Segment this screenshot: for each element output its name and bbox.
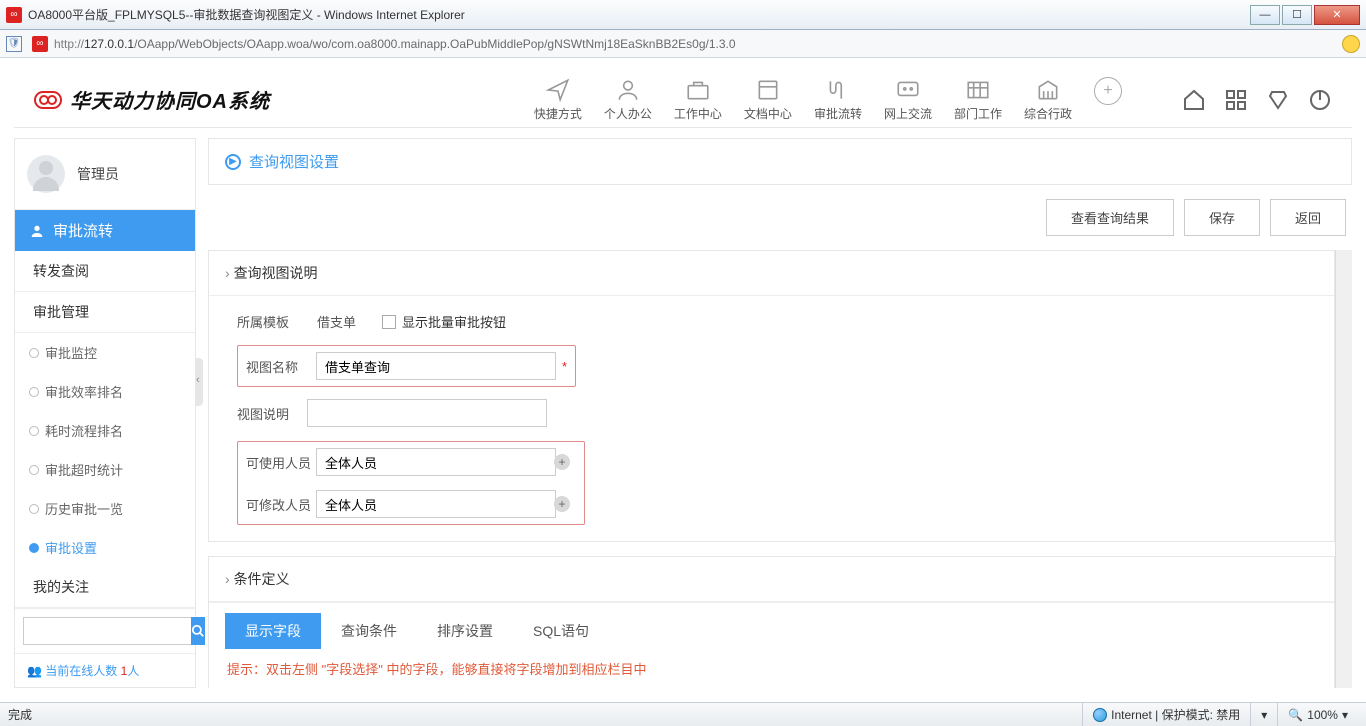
view-name-input[interactable] [316,352,556,380]
url-text[interactable]: http://127.0.0.1/OAapp/WebObjects/OAapp.… [54,37,736,51]
sidebar: 管理员 审批流转 转发查阅 审批管理 审批监控 审批效率排名 耗时流程排名 审批… [14,138,196,688]
sidebar-search [15,608,195,653]
arrow-right-icon: ▶ [225,154,241,170]
sidebar-item-time[interactable]: 耗时流程排名 [15,411,195,450]
sidebar-list: 转发查阅 审批管理 审批监控 审批效率排名 耗时流程排名 审批超时统计 历史审批… [15,251,195,608]
status-zone: Internet | 保护模式: 禁用 [1082,703,1250,726]
nav-shortcut[interactable]: 快捷方式 [534,77,582,122]
nav-admin[interactable]: 综合行政 [1024,77,1072,122]
address-bar: 🛡 ∞ http://127.0.0.1/OAapp/WebObjects/OA… [0,30,1366,58]
action-buttons: 查看查询结果 保存 返回 [208,185,1352,250]
users-input[interactable] [316,448,556,476]
user-block: 管理员 [15,139,195,210]
tab-query-conditions[interactable]: 查询条件 [321,613,417,649]
nav-documents[interactable]: 文档中心 [744,77,792,122]
row-template: 所属模板 借支单 显示批量审批按钮 [237,312,1306,331]
logo-text: 华天动力协同OA系统 [70,85,270,114]
nav-personal[interactable]: 个人办公 [604,77,652,122]
logo-icon [34,91,62,109]
power-icon[interactable] [1308,88,1332,112]
nav-department[interactable]: 部门工作 [954,77,1002,122]
sidebar-collapse-handle[interactable] [195,358,203,406]
window-minimize-button[interactable]: — [1250,5,1280,25]
user-name: 管理员 [77,164,119,184]
hint-text: 提示：双击左侧 "字段选择" 中的字段，能够直接将字段增加到相应栏目中 [209,655,1334,688]
sidebar-item-history[interactable]: 历史审批一览 [15,489,195,528]
tab-sql[interactable]: SQL语句 [513,613,609,649]
sidebar-search-button[interactable] [191,617,205,645]
online-count-row[interactable]: 👥 当前在线人数 1人 [15,653,195,687]
globe-icon [1093,708,1107,722]
panel-title: ▶ 查询视图设置 [208,138,1352,185]
app-root: 华天动力协同OA系统 快捷方式 个人办公 工作中心 文档中心 审批流转 网上交流… [0,58,1366,702]
vertical-scrollbar[interactable] [1335,250,1352,688]
row-editors: 可修改人员 + [246,490,576,518]
sidebar-group-forward[interactable]: 转发查阅 [15,251,195,292]
sidebar-header[interactable]: 审批流转 [15,210,195,251]
section-conditions: 条件定义 显示字段 查询条件 排序设置 SQL语句 提示：双击左侧 "字段选择"… [208,556,1335,688]
back-button[interactable]: 返回 [1270,199,1346,236]
row-users: 可使用人员 + [246,448,576,476]
nav-icons: 快捷方式 个人办公 工作中心 文档中心 审批流转 网上交流 部门工作 综合行政 … [534,77,1122,122]
sidebar-item-settings[interactable]: 审批设置 [15,528,195,567]
tab-display-fields[interactable]: 显示字段 [225,613,321,649]
row-view-name: 视图名称 * [246,352,567,380]
security-shield-icon[interactable]: 🛡 [6,36,22,52]
users-add-icon[interactable]: + [554,454,570,470]
window-title: OA8000平台版_FPLMYSQL5--审批数据查询视图定义 - Window… [28,6,465,23]
status-zoom[interactable]: 🔍 100% ▾ [1277,703,1358,726]
theme-icon[interactable] [1266,88,1290,112]
section-view-info: 查询视图说明 所属模板 借支单 显示批量审批按钮 视图名称 [208,250,1335,542]
sidebar-item-efficiency[interactable]: 审批效率排名 [15,372,195,411]
right-toolbar [1182,88,1332,112]
nav-add-button[interactable]: + [1094,77,1122,105]
statusbar: 完成 Internet | 保护模式: 禁用 ▾ 🔍 100% ▾ [0,702,1366,726]
compatibility-icon[interactable] [1342,35,1360,53]
logo: 华天动力协同OA系统 [34,85,270,114]
editors-add-icon[interactable]: + [554,496,570,512]
sidebar-group-follow[interactable]: 我的关注 [15,567,195,608]
apps-icon[interactable] [1224,88,1248,112]
nav-communicate[interactable]: 网上交流 [884,77,932,122]
page-favicon: ∞ [6,7,22,23]
main-content: ▶ 查询视图设置 查看查询结果 保存 返回 查询视图说明 所属模板 借支单 [208,138,1352,688]
batch-approve-checkbox[interactable] [382,315,396,329]
view-desc-input[interactable] [307,399,547,427]
avatar [27,155,65,193]
view-result-button[interactable]: 查看查询结果 [1046,199,1174,236]
search-icon [191,624,205,638]
site-favicon: ∞ [32,36,48,52]
window-close-button[interactable]: ✕ [1314,5,1360,25]
nav-workcenter[interactable]: 工作中心 [674,77,722,122]
required-asterisk: * [562,359,567,374]
row-view-desc: 视图说明 [237,399,1306,427]
browser-titlebar: ∞ OA8000平台版_FPLMYSQL5--审批数据查询视图定义 - Wind… [0,0,1366,30]
sidebar-item-monitor[interactable]: 审批监控 [15,333,195,372]
section-conditions-header[interactable]: 条件定义 [209,557,1334,602]
status-done: 完成 [8,706,32,723]
home-icon[interactable] [1182,88,1206,112]
section-view-info-header[interactable]: 查询视图说明 [209,251,1334,296]
sidebar-item-overtime[interactable]: 审批超时统计 [15,450,195,489]
topbar: 华天动力协同OA系统 快捷方式 个人办公 工作中心 文档中心 审批流转 网上交流… [14,72,1352,128]
condition-tabs: 显示字段 查询条件 排序设置 SQL语句 [209,602,1334,655]
status-protected-mode-toggle[interactable]: ▾ [1250,703,1277,726]
tab-sort-settings[interactable]: 排序设置 [417,613,513,649]
editors-input[interactable] [316,490,556,518]
nav-approval[interactable]: 审批流转 [814,77,862,122]
sidebar-search-input[interactable] [23,617,191,645]
window-maximize-button[interactable]: ☐ [1282,5,1312,25]
save-button[interactable]: 保存 [1184,199,1260,236]
sidebar-group-manage[interactable]: 审批管理 [15,292,195,333]
user-icon [29,223,45,239]
